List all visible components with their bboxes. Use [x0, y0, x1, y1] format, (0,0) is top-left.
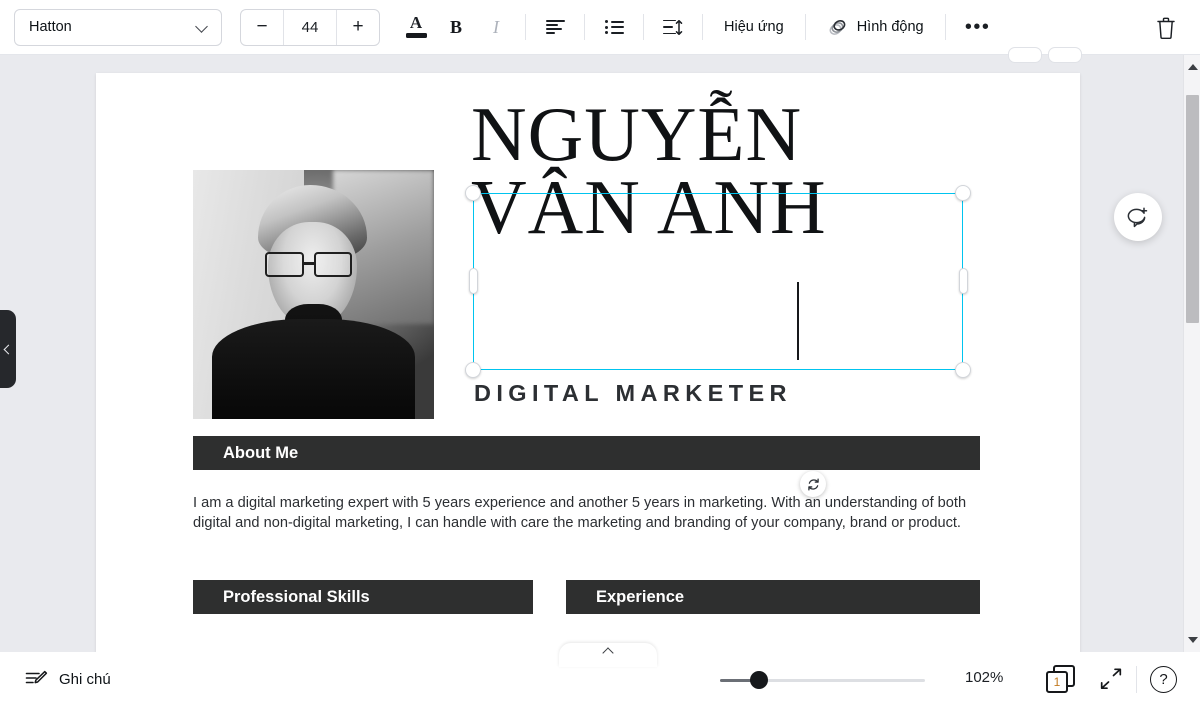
- font-size-decrease-button[interactable]: −: [241, 10, 283, 45]
- animate-label: Hình động: [856, 19, 924, 35]
- notes-pencil-icon: [25, 670, 48, 683]
- section-title: About Me: [223, 443, 299, 462]
- floating-control-partial[interactable]: [1008, 47, 1042, 63]
- text-align-button[interactable]: [535, 7, 575, 47]
- text-color-letter: A: [409, 13, 423, 32]
- effects-button[interactable]: Hiệu ứng: [712, 7, 796, 47]
- design-page[interactable]: NGUYỄNVÂN ANH DIGITAL MARKETER About Me: [96, 73, 1080, 653]
- subheadline-text[interactable]: DIGITAL MARKETER: [474, 380, 792, 407]
- help-button[interactable]: ?: [1150, 666, 1177, 693]
- chevron-down-icon: [197, 21, 209, 33]
- zoom-slider[interactable]: [720, 671, 925, 689]
- bottom-panel-toggle[interactable]: [559, 643, 657, 667]
- line-spacing-icon: [663, 19, 683, 35]
- toolbar-divider: [643, 14, 644, 40]
- more-options-icon: •••: [964, 16, 991, 38]
- text-cursor: [797, 282, 799, 360]
- vertical-scroll-thumb[interactable]: [1186, 95, 1199, 323]
- about-body-text[interactable]: I am a digital marketing expert with 5 y…: [193, 493, 983, 534]
- bold-icon: B: [449, 16, 462, 37]
- animation-icon: [829, 19, 846, 35]
- section-title: Experience: [596, 587, 685, 606]
- bullet-list-icon: [604, 20, 624, 34]
- toolbar-divider: [944, 14, 946, 40]
- text-align-icon: [545, 20, 565, 34]
- chevron-up-icon: [602, 647, 614, 659]
- selection-handle-bottom-left[interactable]: [465, 362, 481, 378]
- bottom-divider: [1136, 666, 1137, 693]
- notes-button[interactable]: Ghi chú: [16, 662, 120, 698]
- headline-text[interactable]: NGUYỄN VÂN ANH: [471, 96, 971, 246]
- bold-button[interactable]: B: [436, 7, 476, 47]
- toolbar-divider: [525, 14, 526, 40]
- section-title: Professional Skills: [223, 587, 370, 606]
- notes-label: Ghi chú: [59, 671, 111, 688]
- toolbar-divider: [584, 14, 585, 40]
- selection-handle-top-right[interactable]: [955, 185, 971, 201]
- section-bar-about[interactable]: About Me: [193, 436, 980, 470]
- scroll-down-arrow[interactable]: [1187, 637, 1198, 643]
- photo-glasses-bridge: [303, 262, 316, 265]
- photo-body: [212, 319, 415, 419]
- canva-editor-window: Hatton − 44 + A B I Hiệu ứng Hình động •…: [0, 0, 1200, 707]
- help-label: ?: [1159, 671, 1168, 688]
- text-color-icon: A: [404, 14, 428, 40]
- animate-button[interactable]: Hình động: [815, 7, 936, 47]
- fullscreen-button[interactable]: [1097, 667, 1127, 693]
- chevron-left-icon: [3, 344, 14, 354]
- toolbar-divider: [804, 14, 806, 40]
- photo-glasses-left: [265, 252, 304, 278]
- toolbar-divider: [702, 14, 703, 40]
- scroll-up-arrow[interactable]: [1187, 64, 1198, 70]
- font-size-value[interactable]: 44: [283, 9, 337, 45]
- photo-glasses-right: [313, 252, 353, 278]
- selection-handle-left[interactable]: [468, 268, 478, 294]
- fullscreen-icon: [1100, 668, 1122, 690]
- page-number-badge: 1: [1046, 671, 1068, 693]
- headline-line-2: VÂN ANH: [471, 164, 827, 251]
- font-size-increase-button[interactable]: +: [337, 10, 379, 45]
- bullet-list-button[interactable]: [594, 7, 634, 47]
- portrait-image[interactable]: [193, 170, 434, 419]
- delete-button[interactable]: [1146, 8, 1186, 48]
- trash-icon: [1157, 17, 1175, 40]
- zoom-level-value[interactable]: 102%: [965, 669, 1003, 686]
- font-size-stepper[interactable]: − 44 +: [240, 8, 380, 46]
- text-color-button[interactable]: A: [396, 7, 436, 47]
- side-panel-toggle[interactable]: [0, 310, 16, 388]
- text-color-swatch: [405, 33, 427, 38]
- vertical-scrollbar[interactable]: [1183, 55, 1200, 652]
- section-bar-skills[interactable]: Professional Skills: [193, 580, 533, 614]
- selection-handle-bottom-right[interactable]: [955, 362, 971, 378]
- rotate-icon: [807, 478, 819, 490]
- page-manager-button[interactable]: 1: [1046, 665, 1078, 695]
- selection-handle-top-left[interactable]: [465, 185, 481, 201]
- more-options-button[interactable]: •••: [955, 7, 1001, 47]
- selection-handle-right[interactable]: [958, 268, 968, 294]
- editor-canvas-area: NGUYỄNVÂN ANH DIGITAL MARKETER About Me: [0, 47, 1200, 707]
- font-family-select[interactable]: Hatton: [14, 8, 222, 46]
- line-spacing-button[interactable]: [653, 7, 693, 47]
- zoom-slider-knob[interactable]: [750, 671, 768, 689]
- font-family-value: Hatton: [29, 19, 72, 35]
- italic-button[interactable]: I: [476, 7, 516, 47]
- add-comment-icon: [1127, 207, 1148, 228]
- section-bar-experience[interactable]: Experience: [566, 580, 980, 614]
- add-comment-button[interactable]: [1114, 193, 1162, 241]
- floating-control-partial[interactable]: [1048, 47, 1082, 63]
- italic-icon: I: [493, 16, 499, 37]
